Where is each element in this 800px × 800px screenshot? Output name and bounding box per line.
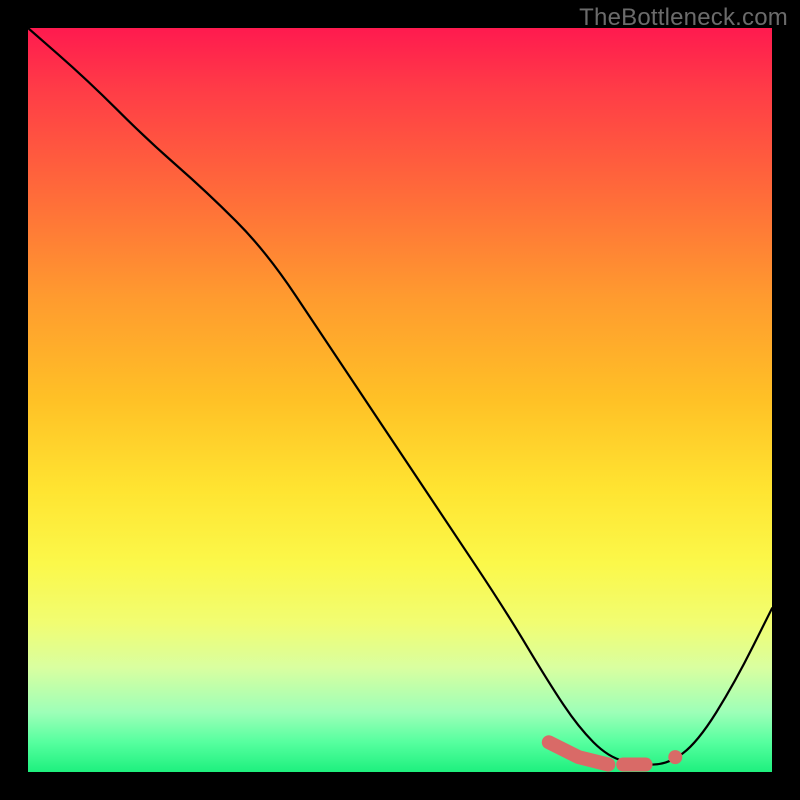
watermark-text: TheBottleneck.com (579, 4, 788, 32)
chart-area (28, 28, 772, 772)
highlight-point (668, 750, 682, 764)
highlight-group (549, 742, 682, 764)
highlight-segment (549, 742, 609, 764)
bottleneck-curve (28, 28, 772, 765)
bottleneck-chart (28, 28, 772, 772)
